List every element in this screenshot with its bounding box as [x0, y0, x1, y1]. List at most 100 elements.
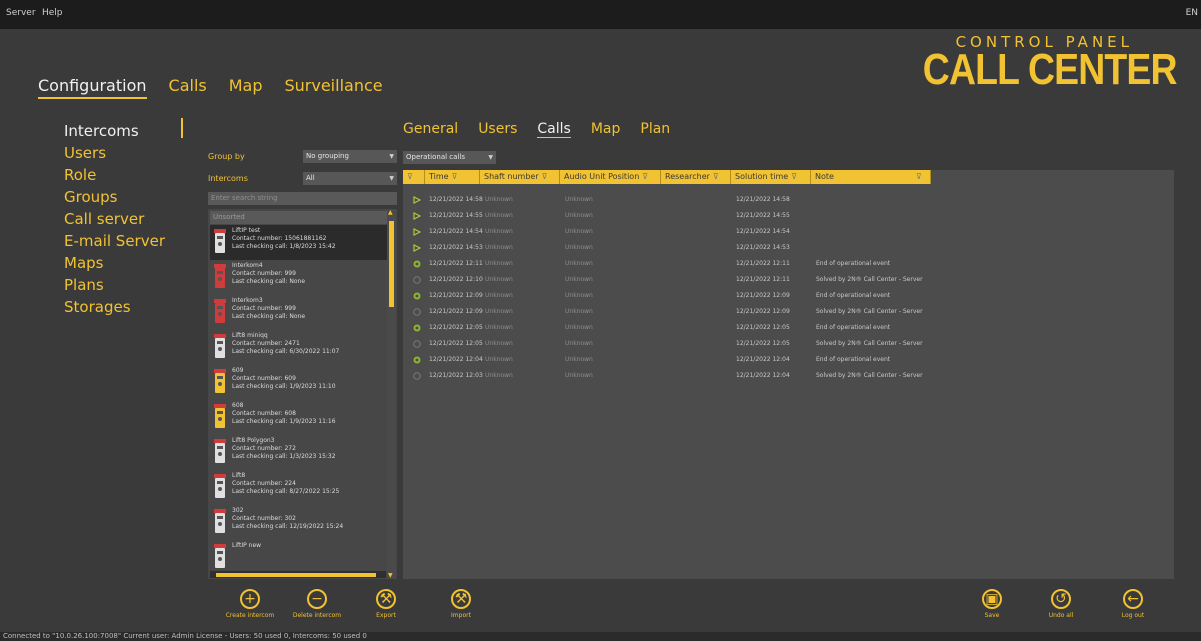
cell-solution: 12/21/2022 12:05 — [736, 324, 790, 331]
scroll-up-icon[interactable]: ▲ — [388, 209, 393, 216]
status-bar: Connected to "10.0.26.100:7008" Current … — [0, 632, 1201, 641]
intercoms-dropdown[interactable]: All ▼ — [303, 172, 397, 185]
table-row[interactable]: 12/21/2022 14:54 Unknown Unknown 12/21/2022… — [403, 224, 1174, 239]
list-item[interactable]: Lift8 Contact number: 224 Last checking ca… — [210, 470, 387, 505]
cell-solution: 12/21/2022 14:54 — [736, 228, 790, 235]
tab-plan[interactable]: Plan — [640, 121, 670, 138]
nav-surveillance[interactable]: Surveillance — [284, 76, 382, 99]
intercom-contact: Contact number: 302 — [232, 515, 296, 522]
table-row[interactable]: 12/21/2022 12:05 Unknown Unknown 12/21/2022… — [403, 320, 1174, 335]
column-audio-unit-position[interactable]: Audio Unit Position ⊽ — [560, 170, 661, 184]
sidebar-item-users[interactable]: Users — [64, 142, 165, 164]
cell-time: 12/21/2022 12:11 — [429, 260, 483, 267]
list-item[interactable]: Interkom3 Contact number: 999 Last checkin… — [210, 295, 387, 330]
language-indicator[interactable]: EN — [1186, 8, 1198, 18]
filter-icon[interactable]: ⊽ — [916, 172, 922, 181]
sidebar-item-intercoms[interactable]: Intercoms — [64, 120, 165, 142]
calls-filter-dropdown[interactable]: Operational calls ▼ — [403, 151, 496, 164]
intercom-white-icon — [213, 544, 227, 570]
filter-icon[interactable]: ⊽ — [542, 172, 548, 181]
column-researcher[interactable]: Researcher ⊽ — [661, 170, 731, 184]
cell-solution: 12/21/2022 12:11 — [736, 260, 790, 267]
filter-icon[interactable]: ⊽ — [713, 172, 719, 181]
delete-intercom-button[interactable]: − Delete intercom — [287, 589, 347, 619]
table-row[interactable]: 12/21/2022 12:10 Unknown Unknown 12/21/2022… — [403, 272, 1174, 287]
unsorted-group-header[interactable]: Unsorted — [210, 211, 387, 224]
button-label: Delete intercom — [292, 612, 342, 619]
sidebar-item-role[interactable]: Role — [64, 164, 165, 186]
filter-icon[interactable]: ⊽ — [642, 172, 648, 181]
list-item[interactable]: LiftIP new — [210, 540, 387, 575]
tab-general[interactable]: General — [403, 121, 458, 138]
table-row[interactable]: 12/21/2022 14:55 Unknown Unknown 12/21/2022… — [403, 208, 1174, 223]
cell-note: Solved by 2N® Call Center - Server — [816, 276, 923, 283]
menu-server[interactable]: Server — [6, 8, 36, 18]
table-row[interactable]: 12/21/2022 12:04 Unknown Unknown 12/21/2022… — [403, 352, 1174, 367]
cell-shaft: Unknown — [485, 260, 513, 267]
table-row[interactable]: 12/21/2022 12:09 Unknown Unknown 12/21/2022… — [403, 304, 1174, 319]
filter-icon[interactable]: ⊽ — [791, 172, 797, 181]
undo-all-button[interactable]: ↺ Undo all — [1031, 589, 1091, 619]
save-button[interactable]: ▣ Save — [962, 589, 1022, 619]
table-row[interactable]: 12/21/2022 12:11 Unknown Unknown 12/21/2022… — [403, 256, 1174, 271]
group-by-value: No grouping — [306, 152, 349, 160]
log-out-button[interactable]: ← Log out — [1103, 589, 1163, 619]
scrollbar-thumb[interactable] — [389, 221, 394, 307]
list-horizontal-scrollbar[interactable] — [210, 571, 386, 578]
table-row[interactable]: 12/21/2022 12:03 Unknown Unknown 12/21/2022… — [403, 368, 1174, 383]
sidebar-item-plans[interactable]: Plans — [64, 274, 165, 296]
intercom-contact: Contact number: 15061881162 — [232, 235, 327, 242]
list-item[interactable]: Lift8 Polygon3 Contact number: 272 Last ch… — [210, 435, 387, 470]
cell-audio: Unknown — [565, 324, 593, 331]
sidebar: Intercoms Users Role Groups Call server … — [64, 120, 165, 318]
list-item[interactable]: LiftIP test Contact number: 15061881162 La… — [210, 225, 387, 260]
export-button[interactable]: ⚒ Export — [356, 589, 416, 619]
undo-icon: ↺ — [1051, 589, 1071, 609]
cell-solution: 12/21/2022 12:04 — [736, 356, 790, 363]
cell-time: 12/21/2022 14:58 — [429, 196, 483, 203]
create-intercom-button[interactable]: + Create intercom — [220, 589, 280, 619]
import-button[interactable]: ⚒ Import — [431, 589, 491, 619]
scroll-down-icon[interactable]: ▼ — [388, 572, 393, 579]
nav-map[interactable]: Map — [229, 76, 263, 99]
filter-icon[interactable]: ⊽ — [403, 170, 425, 184]
list-item[interactable]: 609 Contact number: 609 Last checking call… — [210, 365, 387, 400]
list-vertical-scrollbar[interactable]: ▲ ▼ — [387, 209, 396, 579]
search-input[interactable]: Enter search string — [208, 192, 397, 205]
menu-help[interactable]: Help — [42, 8, 63, 18]
filter-icon[interactable]: ⊽ — [452, 172, 458, 181]
sidebar-item-groups[interactable]: Groups — [64, 186, 165, 208]
tab-users[interactable]: Users — [478, 121, 517, 138]
column-note[interactable]: Note ⊽ — [811, 170, 931, 184]
table-row[interactable]: 12/21/2022 12:05 Unknown Unknown 12/21/2022… — [403, 336, 1174, 351]
group-by-label: Group by — [208, 152, 245, 161]
list-item[interactable]: Interkom4 Contact number: 999 Last checkin… — [210, 260, 387, 295]
intercom-white-icon — [213, 334, 227, 360]
column-solution-time[interactable]: Solution time ⊽ — [731, 170, 811, 184]
chevron-down-icon: ▼ — [389, 153, 394, 160]
column-time[interactable]: Time ⊽ — [425, 170, 480, 184]
nav-configuration[interactable]: Configuration — [38, 76, 147, 99]
button-label: Undo all — [1048, 612, 1074, 619]
intercom-last: Last checking call: 12/19/2022 15:24 — [232, 523, 344, 530]
button-label: Export — [376, 612, 396, 619]
logout-icon: ← — [1123, 589, 1143, 609]
list-item[interactable]: Lift8 miniqq Contact number: 2471 Last che… — [210, 330, 387, 365]
cell-shaft: Unknown — [485, 228, 513, 235]
table-row[interactable]: 12/21/2022 14:53 Unknown Unknown 12/21/2022… — [403, 240, 1174, 255]
list-item[interactable]: 302 Contact number: 302 Last checking call… — [210, 505, 387, 540]
tab-calls[interactable]: Calls — [537, 121, 571, 138]
intercom-last: Last checking call: 8/27/2022 15:25 — [232, 488, 340, 495]
table-row[interactable]: 12/21/2022 14:58 Unknown Unknown 12/21/2022… — [403, 192, 1174, 207]
tab-map[interactable]: Map — [591, 121, 621, 138]
nav-calls[interactable]: Calls — [169, 76, 207, 99]
group-by-dropdown[interactable]: No grouping ▼ — [303, 150, 397, 163]
sidebar-item-call-server[interactable]: Call server — [64, 208, 165, 230]
sidebar-item-storages[interactable]: Storages — [64, 296, 165, 318]
scrollbar-thumb[interactable] — [216, 573, 376, 577]
column-shaft-number[interactable]: Shaft number ⊽ — [480, 170, 560, 184]
sidebar-item-email-server[interactable]: E-mail Server — [64, 230, 165, 252]
list-item[interactable]: 608 Contact number: 608 Last checking call… — [210, 400, 387, 435]
sidebar-item-maps[interactable]: Maps — [64, 252, 165, 274]
table-row[interactable]: 12/21/2022 12:09 Unknown Unknown 12/21/2022… — [403, 288, 1174, 303]
